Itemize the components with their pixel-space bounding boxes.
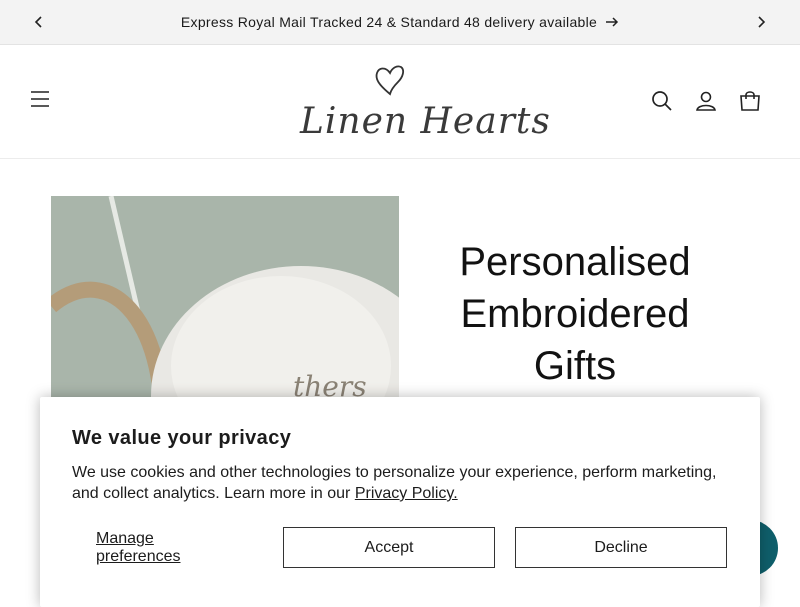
account-icon[interactable] (694, 89, 718, 113)
announcement-bar: Express Royal Mail Tracked 24 & Standard… (0, 0, 800, 45)
brand-logo[interactable]: Linen Hearts (290, 61, 550, 145)
manage-preferences-button[interactable]: Manage preferences (96, 527, 238, 569)
accept-button[interactable]: Accept (283, 527, 495, 568)
brand-name: Linen Hearts (300, 101, 551, 142)
decline-button[interactable]: Decline (515, 527, 727, 568)
menu-icon[interactable] (28, 89, 56, 113)
chevron-left-icon[interactable] (27, 10, 51, 34)
announcement-text: Express Royal Mail Tracked 24 & Standard… (180, 14, 598, 30)
cookie-title: We value your privacy (72, 427, 292, 449)
hero-title-line-3: Gifts (533, 344, 617, 388)
heart-logo-icon (375, 65, 405, 96)
hero-title-line-2: Embroidered (460, 292, 690, 336)
arrow-right-icon (606, 17, 619, 27)
cookie-consent-dialog: We value your privacy We use cookies and… (40, 397, 760, 607)
chevron-right-icon[interactable] (749, 10, 773, 34)
cart-icon[interactable] (738, 89, 762, 113)
hero-title: Personalised Embroidered Gifts (430, 236, 720, 392)
announcement-link[interactable]: Express Royal Mail Tracked 24 & Standard… (181, 14, 619, 30)
hero-title-line-1: Personalised (459, 240, 691, 284)
cookie-body: We use cookies and other technologies to… (72, 462, 728, 504)
search-icon[interactable] (650, 89, 674, 113)
privacy-policy-link[interactable]: Privacy Policy. (355, 485, 458, 502)
site-header: Linen Hearts (0, 45, 800, 159)
